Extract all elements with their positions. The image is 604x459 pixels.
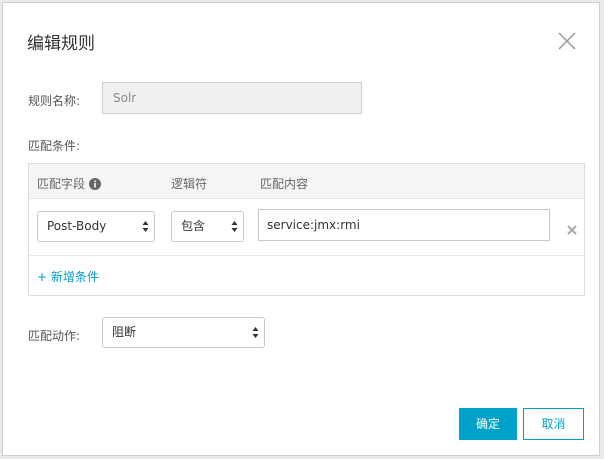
add-condition-link[interactable]: + 新增条件 (37, 268, 99, 285)
close-icon[interactable] (558, 32, 576, 50)
select-arrows-icon (231, 221, 238, 232)
rule-name-input[interactable]: Solr (102, 82, 362, 114)
conditions-label: 匹配条件: (28, 139, 81, 153)
conditions-table: 匹配字段 逻辑符 匹配内容 Post-Body 包含 service:jmx:r… (28, 163, 585, 296)
operator-select-value: 包含 (181, 219, 206, 233)
rule-name-label: 规则名称: (28, 94, 81, 108)
action-label: 匹配动作: (28, 329, 81, 343)
confirm-button[interactable]: 确定 (459, 408, 517, 440)
column-field: 匹配字段 (37, 175, 102, 192)
cancel-button[interactable]: 取消 (523, 408, 584, 440)
table-header: 匹配字段 逻辑符 匹配内容 (29, 164, 584, 199)
field-select[interactable]: Post-Body (37, 211, 155, 242)
column-operator: 逻辑符 (171, 177, 208, 191)
action-select[interactable]: 阻断 (102, 317, 265, 348)
match-content-input[interactable]: service:jmx:rmi (258, 209, 550, 241)
condition-row: Post-Body 包含 service:jmx:rmi (29, 199, 584, 256)
operator-select[interactable]: 包含 (171, 211, 244, 242)
info-icon[interactable] (89, 178, 102, 190)
field-select-value: Post-Body (47, 219, 107, 233)
column-content: 匹配内容 (260, 177, 309, 191)
dialog-title: 编辑规则 (27, 34, 95, 54)
column-field-label: 匹配字段 (37, 177, 86, 191)
select-arrows-icon (252, 327, 259, 338)
select-arrows-icon (142, 221, 149, 232)
edit-rule-dialog: 编辑规则 规则名称: Solr 匹配条件: 匹配字段 逻辑符 匹配内容 Post… (2, 2, 600, 456)
action-select-value: 阻断 (112, 325, 137, 339)
delete-icon[interactable] (567, 220, 577, 235)
